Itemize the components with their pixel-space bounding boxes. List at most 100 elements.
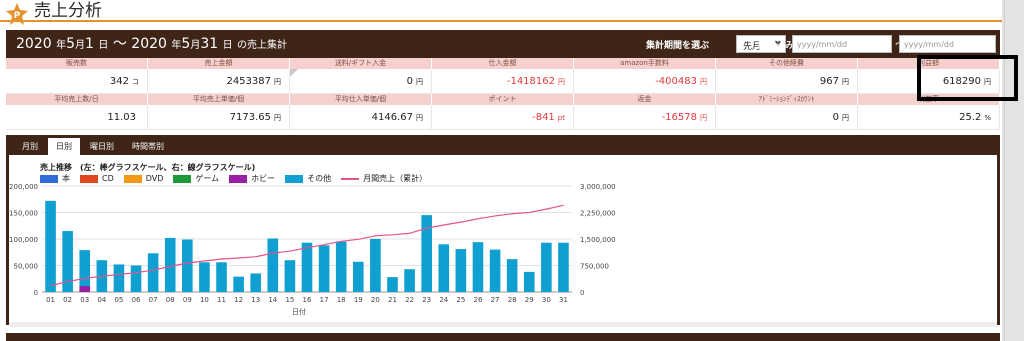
stats-value-row: 11.03 7173.65 円 4146.67 円 -841 pt -16578 円 0… — [6, 105, 1000, 130]
x-tick-label: 12 — [234, 296, 243, 304]
bar-other — [387, 277, 398, 292]
tab-daily[interactable]: 日別 — [48, 138, 80, 155]
bar-other — [113, 264, 125, 292]
stat-value-other-expenses: 967 円 — [716, 69, 858, 93]
x-tick-label: 07 — [149, 296, 158, 304]
start-day: 1 — [85, 36, 94, 52]
bar-other — [558, 242, 569, 292]
bar-other — [455, 249, 467, 292]
x-tick-label: 15 — [285, 296, 294, 304]
bar-other — [147, 253, 159, 292]
x-tick-label: 25 — [456, 296, 465, 304]
stat-label-sales-count: 販売数 — [6, 58, 148, 69]
page-header: P 売上分析 — [0, 0, 1002, 26]
sales-trend-chart: 0 50,000 100,000 150,000 200,000 0 750,000 1,50… — [9, 183, 616, 316]
stat-value-profit-rate: 25.2% — [858, 105, 1000, 129]
bar-other — [489, 249, 501, 292]
date-from-input[interactable]: yyyy/mm/dd — [792, 35, 892, 53]
bar-other — [472, 242, 484, 292]
x-tick-label: 09 — [183, 296, 192, 304]
chart-title: 売上推移 (左：棒グラフスケール、右：線グラフスケール) — [40, 163, 256, 172]
bar-other — [130, 265, 142, 292]
x-tick-label: 06 — [132, 296, 141, 304]
bar-other — [216, 262, 227, 292]
x-tick-label: 03 — [80, 296, 89, 304]
next-section-bar — [6, 333, 1000, 341]
bar-other — [421, 215, 432, 292]
bar-other — [79, 250, 91, 292]
x-tick-label: 27 — [491, 296, 500, 304]
fold-corner-icon — [290, 69, 298, 77]
x-tick-label: 29 — [525, 296, 534, 304]
x-tick-label: 10 — [200, 296, 209, 304]
stat-label-refund: 返金 — [574, 94, 716, 105]
x-tick-label: 20 — [371, 296, 380, 304]
stat-value-refund: -16578 円 — [574, 105, 716, 129]
x-tick-label: 18 — [337, 296, 346, 304]
bar-other — [523, 271, 535, 292]
bar-other — [318, 245, 330, 292]
y-left-tick-label: 50,000 — [14, 263, 39, 271]
report-toolbar: 2020 年5月1 日 〜 2020 年5月31 日 の売上集計 集計期間を選ぶ… — [6, 30, 1000, 58]
x-tick-label: 19 — [354, 296, 363, 304]
page-title: 売上分析 — [34, 1, 102, 21]
x-axis-label: 日付 — [292, 307, 306, 316]
stats-header-row: 平均売上数/日 平均売上単価/個 平均仕入単価/個 ポイント 返金 ｱﾄﾞﾐｰｼ… — [6, 94, 1000, 105]
stat-value-points: -841 pt — [432, 105, 574, 129]
y-left-tick-label: 0 — [34, 289, 38, 297]
x-tick-label: 16 — [303, 296, 312, 304]
stat-label-purchase: 仕入金額 — [432, 58, 574, 69]
end-month: 5 — [181, 36, 191, 52]
x-tick-label: 30 — [542, 296, 551, 304]
bar-other — [352, 261, 364, 292]
bar-other — [438, 244, 450, 292]
x-tick-label: 08 — [166, 296, 175, 304]
x-tick-label: 13 — [251, 296, 260, 304]
x-tick-label: 26 — [474, 296, 483, 304]
stat-label-sales-amount: 売上金額 — [148, 58, 290, 69]
tab-hourly[interactable]: 時間帯別 — [124, 138, 172, 155]
y-right-tick-label: 750,000 — [580, 263, 609, 271]
end-day: 31 — [200, 36, 219, 52]
x-tick-label: 28 — [508, 296, 517, 304]
bar-other — [250, 273, 262, 292]
horizontal-scrollbar[interactable] — [9, 322, 997, 327]
stat-label-avg-purchase-price: 平均仕入単価/個 — [290, 94, 432, 105]
bar-other — [182, 239, 193, 292]
stat-label-avg-sale-price: 平均売上単価/個 — [148, 94, 290, 105]
start-month: 5 — [66, 36, 76, 52]
bar-other — [335, 241, 347, 292]
stat-label-other-expenses: その他経費 — [716, 58, 858, 69]
x-tick-label: 31 — [559, 296, 568, 304]
bar-other — [301, 242, 313, 292]
x-tick-label: 11 — [217, 296, 226, 304]
y-left-tick-label: 100,000 — [9, 236, 38, 244]
stat-value-avg-per-day: 11.03 — [6, 105, 148, 129]
header-divider — [0, 20, 1002, 22]
x-tick-label: 14 — [268, 296, 277, 304]
stat-value-avg-sale-price: 7173.65 円 — [148, 105, 290, 129]
date-to-input[interactable]: yyyy/mm/dd — [899, 35, 996, 53]
bar-other — [506, 259, 518, 292]
filter-label: 絞り込み — [758, 41, 795, 51]
stat-value-shipping: 0円 — [290, 69, 432, 93]
page-scrollbar[interactable] — [1004, 0, 1024, 341]
tab-weekday[interactable]: 曜日別 — [82, 138, 122, 155]
x-tick-label: 04 — [97, 296, 106, 304]
bar-hobby — [79, 286, 91, 292]
y-right-tick-label: 0 — [580, 289, 584, 297]
profit-highlight-box — [917, 55, 1018, 101]
tab-monthly[interactable]: 月別 — [14, 138, 46, 155]
stat-value-sales-amount: 2453387 円 — [148, 69, 290, 93]
stat-label-avg-per-day: 平均売上数/日 — [6, 94, 148, 105]
x-tick-label: 21 — [388, 296, 397, 304]
stat-value-amazon-fee: -400483 円 — [574, 69, 716, 93]
x-tick-label: 02 — [63, 296, 72, 304]
bar-other — [267, 238, 279, 292]
bar-other — [233, 276, 244, 292]
bar-other — [404, 269, 415, 292]
bar-other — [199, 262, 210, 292]
stat-label-shipping: 送料/ギフト入金 — [290, 58, 432, 69]
stat-label-amazon-fee: amazon手数料 — [574, 58, 716, 69]
stat-label-points: ポイント — [432, 94, 574, 105]
